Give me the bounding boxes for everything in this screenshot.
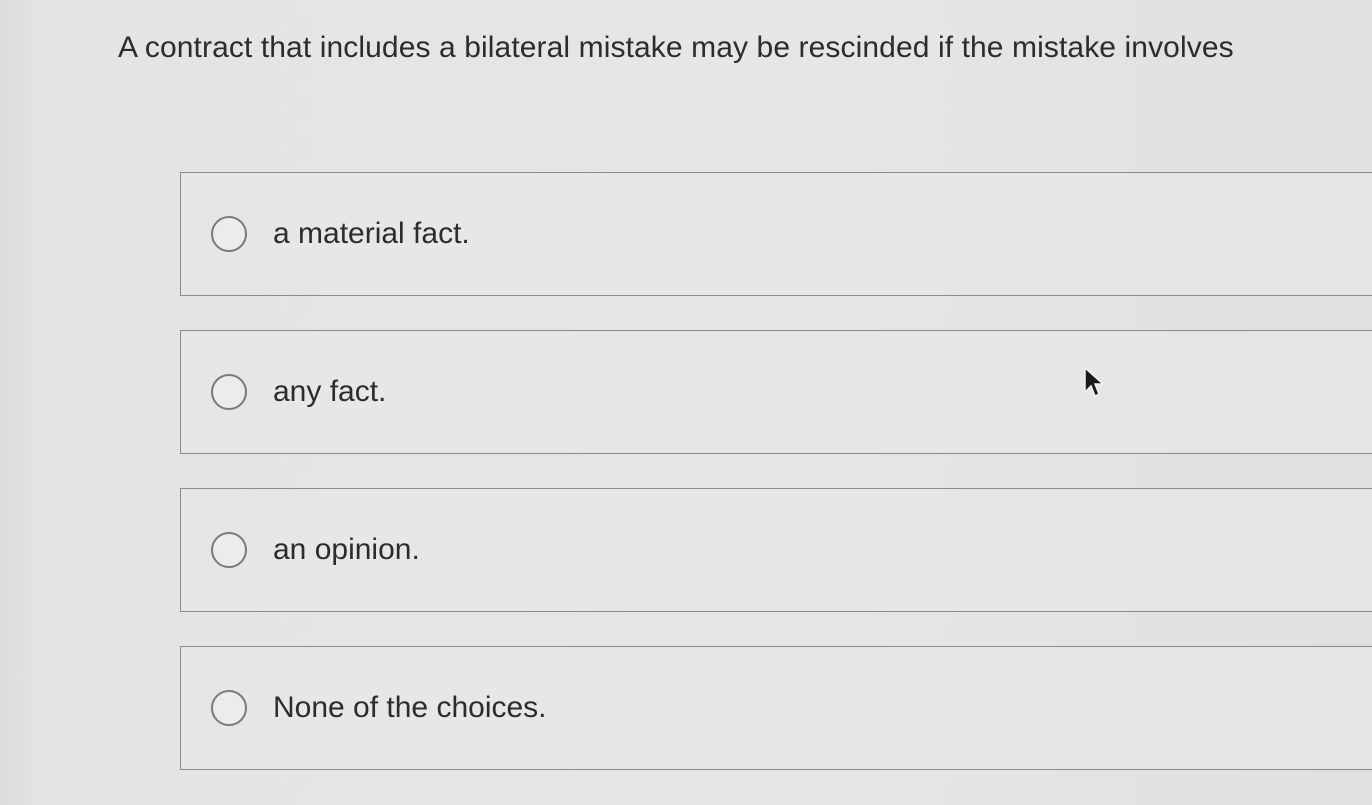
question-text: A contract that includes a bilateral mis… bbox=[118, 31, 1234, 64]
option-label: any fact. bbox=[273, 375, 387, 408]
option-none-of-the-choices[interactable]: None of the choices. bbox=[180, 646, 1372, 770]
radio-button-icon[interactable] bbox=[211, 216, 247, 252]
mouse-pointer-icon bbox=[1084, 366, 1105, 398]
option-label: None of the choices. bbox=[273, 691, 547, 724]
option-label: an opinion. bbox=[273, 533, 420, 566]
option-label: a material fact. bbox=[273, 217, 470, 250]
option-any-fact[interactable]: any fact. bbox=[180, 330, 1372, 454]
radio-button-icon[interactable] bbox=[211, 532, 247, 568]
radio-button-icon[interactable] bbox=[211, 374, 247, 410]
option-an-opinion[interactable]: an opinion. bbox=[180, 488, 1372, 612]
option-a-material-fact[interactable]: a material fact. bbox=[180, 172, 1372, 296]
radio-button-icon[interactable] bbox=[211, 690, 247, 726]
